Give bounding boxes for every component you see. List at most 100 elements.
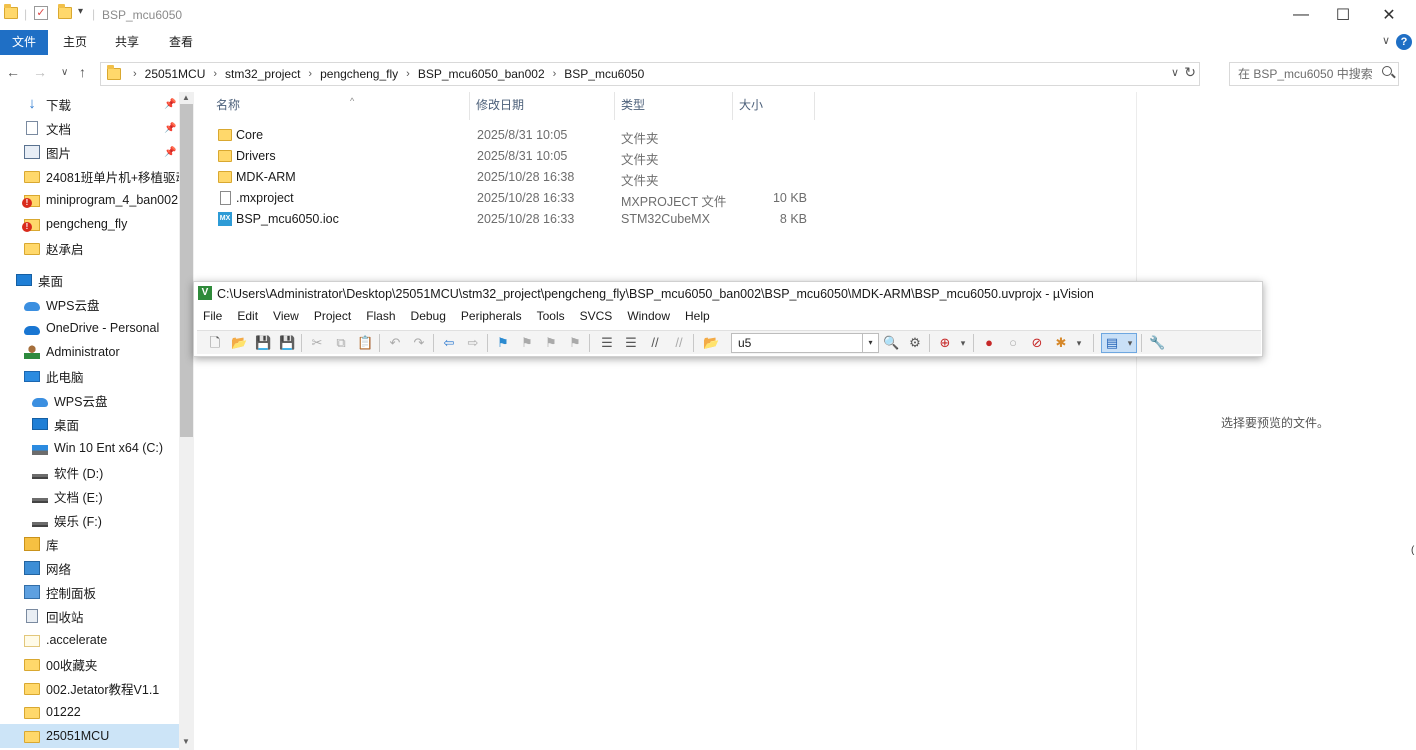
breadcrumb-item[interactable]: 25051MCU (145, 67, 206, 81)
copy-icon[interactable]: ⧉ (333, 335, 349, 351)
navigate-forward-icon[interactable]: ⇨ (465, 335, 481, 351)
breadcrumb-separator[interactable]: › (213, 68, 217, 80)
previous-bookmark-icon[interactable]: ⚑ (519, 335, 535, 351)
sidebar-item-folder[interactable]: 24081班单片机+移植驱动 (0, 164, 180, 188)
properties-icon[interactable]: ✓ (34, 6, 48, 20)
sidebar-item-folder[interactable]: miniprogram_4_ban002 (0, 188, 180, 212)
sidebar-item-folder[interactable]: pengcheng_fly (0, 212, 180, 236)
breadcrumb-item[interactable]: BSP_mcu6050 (564, 67, 644, 81)
help-icon[interactable]: ? (1396, 34, 1412, 50)
sidebar-item-recycle-bin[interactable]: 回收站 (0, 604, 180, 628)
sidebar-item-desktop[interactable]: 桌面 (0, 268, 180, 292)
menu-debug[interactable]: Debug (403, 306, 453, 326)
column-header-size[interactable]: 大小 (733, 92, 815, 120)
menu-edit[interactable]: Edit (229, 306, 265, 326)
menu-view[interactable]: View (265, 306, 306, 326)
menu-window[interactable]: Window (619, 306, 677, 326)
sidebar-item-folder[interactable]: .accelerate (0, 628, 180, 652)
up-button[interactable]: ↑ (79, 64, 86, 80)
close-button[interactable]: ✕ (1366, 0, 1412, 30)
list-item[interactable]: Core 2025/8/31 10:05 文件夹 (210, 125, 830, 146)
find-icon[interactable]: 🔍 (883, 335, 899, 351)
sidebar-item-folder[interactable]: 00收藏夹 (0, 652, 180, 676)
sidebar-item-onedrive[interactable]: OneDrive - Personal (0, 316, 180, 340)
preview-divider[interactable] (1136, 92, 1137, 750)
chevron-down-icon[interactable]: ▾ (1071, 335, 1087, 351)
comment-icon[interactable]: // (647, 335, 663, 351)
minimize-button[interactable]: — (1278, 0, 1324, 30)
menu-flash[interactable]: Flash (358, 306, 402, 326)
sidebar-item-desktop[interactable]: 桌面 (0, 412, 180, 436)
disable-all-breakpoints-icon[interactable]: ⊘ (1029, 335, 1045, 351)
sidebar-item-wps-cloud[interactable]: WPS云盘 (0, 292, 180, 316)
address-dropdown-icon[interactable]: ∨ (1171, 66, 1179, 79)
sidebar-item-this-pc[interactable]: 此电脑 (0, 364, 180, 388)
chevron-down-icon[interactable]: ▾ (862, 334, 878, 352)
indent-icon[interactable]: ☰ (599, 335, 615, 351)
refresh-icon[interactable]: ↻ (1184, 64, 1196, 81)
sidebar-item-folder[interactable]: 01222 (0, 700, 180, 724)
breadcrumb-item[interactable]: stm32_project (225, 67, 300, 81)
recent-locations-button[interactable]: ∨ (61, 67, 68, 78)
back-button[interactable]: ← (6, 64, 20, 80)
quick-access-dropdown-icon[interactable]: ▾ (78, 6, 83, 17)
search-icon[interactable] (1382, 66, 1392, 76)
sidebar-item-library[interactable]: 库 (0, 532, 180, 556)
list-item[interactable]: Drivers 2025/8/31 10:05 文件夹 (210, 146, 830, 167)
sidebar-item-downloads[interactable]: ↓ 下载 📌 (0, 92, 180, 116)
sidebar-item-pictures[interactable]: 图片 📌 (0, 140, 180, 164)
uvision-title-bar[interactable]: V C:\Users\Administrator\Desktop\25051MC… (194, 282, 1262, 304)
redo-icon[interactable]: ↷ (411, 335, 427, 351)
menu-peripherals[interactable]: Peripherals (453, 306, 529, 326)
list-item[interactable]: MDK-ARM 2025/10/28 16:38 文件夹 (210, 167, 830, 188)
sidebar-item-25051mcu[interactable]: 25051MCU (0, 724, 180, 748)
open-folder-icon[interactable]: 📂 (231, 335, 247, 351)
save-icon[interactable]: 💾 (255, 335, 271, 351)
sidebar-item-folder[interactable]: 赵承启 (0, 236, 180, 260)
breadcrumb-separator[interactable]: › (553, 68, 557, 80)
sidebar-item-user[interactable]: Administrator (0, 340, 180, 364)
navigate-back-icon[interactable]: ⇦ (441, 335, 457, 351)
scroll-up-icon[interactable]: ▲ (182, 93, 190, 102)
configuration-wrench-icon[interactable]: 🔧 (1149, 335, 1165, 351)
menu-help[interactable]: Help (677, 306, 717, 326)
maximize-button[interactable]: ☐ (1320, 0, 1366, 30)
clear-bookmarks-icon[interactable]: ⚑ (567, 335, 583, 351)
new-file-icon[interactable]: 🗋 (207, 335, 223, 351)
tab-home[interactable]: 主页 (51, 30, 99, 55)
breadcrumb-separator[interactable]: › (406, 68, 410, 80)
tab-share[interactable]: 共享 (103, 30, 151, 55)
new-folder-icon[interactable] (58, 4, 72, 19)
unindent-icon[interactable]: ☰ (623, 335, 639, 351)
resize-handle[interactable]: ( (1411, 545, 1414, 556)
column-header-type[interactable]: 类型 (615, 92, 733, 120)
menu-file[interactable]: File (194, 306, 229, 326)
window-layout-button[interactable]: ▤ ▾ (1101, 333, 1137, 353)
next-bookmark-icon[interactable]: ⚑ (543, 335, 559, 351)
bookmark-icon[interactable]: ⚑ (495, 335, 511, 351)
sidebar-item-network[interactable]: 网络 (0, 556, 180, 580)
debug-session-icon[interactable]: ⊕ (937, 335, 953, 351)
sidebar-item-drive-f[interactable]: 娱乐 (F:) (0, 508, 180, 532)
menu-project[interactable]: Project (306, 306, 358, 326)
cut-icon[interactable]: ✂ (309, 335, 325, 351)
breadcrumb-separator[interactable]: › (308, 68, 312, 80)
scroll-down-icon[interactable]: ▼ (182, 737, 190, 746)
find-in-files-icon[interactable]: 📂 (703, 335, 719, 351)
chevron-down-icon[interactable]: ▾ (955, 335, 971, 351)
scrollbar-thumb[interactable] (180, 104, 193, 437)
disable-breakpoint-icon[interactable]: ○ (1005, 335, 1021, 351)
breadcrumb-item[interactable]: BSP_mcu6050_ban002 (418, 67, 545, 81)
column-header-name[interactable]: 名称 ^ (210, 92, 470, 120)
tab-file[interactable]: 文件 (0, 30, 48, 55)
find-combo[interactable]: u5 ▾ (731, 333, 879, 353)
address-bar[interactable]: › 25051MCU › stm32_project › pengcheng_f… (100, 62, 1200, 86)
forward-button[interactable]: → (33, 64, 47, 80)
menu-tools[interactable]: Tools (529, 306, 572, 326)
sidebar-item-drive-c[interactable]: Win 10 Ent x64 (C:) (0, 436, 180, 460)
search-input[interactable]: 在 BSP_mcu6050 中搜索 (1229, 62, 1399, 86)
list-item[interactable]: .mxproject 2025/10/28 16:33 MXPROJECT 文件… (210, 188, 830, 209)
column-header-date[interactable]: 修改日期 (470, 92, 615, 120)
incremental-find-icon[interactable]: ⚙ (907, 335, 923, 351)
tab-view[interactable]: 查看 (157, 30, 205, 55)
